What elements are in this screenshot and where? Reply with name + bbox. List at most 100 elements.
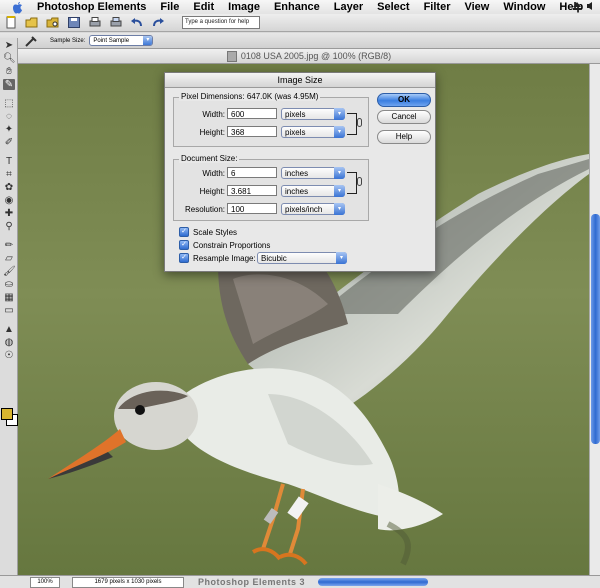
chain-link-icon xyxy=(357,177,362,186)
resample-method-select[interactable]: Bicubic ▾ xyxy=(257,252,347,264)
doc-height-field[interactable]: 3.681 xyxy=(227,185,277,196)
doc-width-unit: inches xyxy=(285,169,309,178)
menu-view[interactable]: View xyxy=(457,0,496,14)
zoom-tool-icon[interactable]: 🔍︎ xyxy=(3,53,16,64)
new-document-icon[interactable] xyxy=(4,16,18,29)
menu-app-name[interactable]: Photoshop Elements xyxy=(30,0,153,14)
move-tool-icon[interactable]: ➤ xyxy=(3,40,15,51)
tool-options-bar: Sample Size: Point Sample ▾ xyxy=(0,33,600,49)
resample-method: Bicubic xyxy=(261,254,287,263)
healing-brush-tool-icon[interactable]: ✚ xyxy=(3,208,15,219)
red-eye-tool-icon[interactable]: ◉ xyxy=(3,195,15,206)
magic-wand-tool-icon[interactable]: ✦ xyxy=(3,124,15,135)
image-size-dialog: Image Size Pixel Dimensions: 647.0K (was… xyxy=(164,72,436,272)
save-icon[interactable] xyxy=(67,16,81,29)
lasso-tool-icon[interactable]: ◌ xyxy=(3,111,15,122)
horizontal-scroll-thumb[interactable] xyxy=(318,578,428,586)
pixel-width-unit-select[interactable]: pixels ▾ xyxy=(281,108,345,120)
constrain-proportions-label: Constrain Proportions xyxy=(193,240,271,250)
pixel-height-unit: pixels xyxy=(285,128,306,137)
doc-width-label: Width: xyxy=(202,169,225,178)
apple-menu-icon[interactable] xyxy=(10,1,24,14)
redo-icon[interactable] xyxy=(151,16,165,29)
sponge-tool-icon[interactable]: ◍ xyxy=(3,337,15,348)
paint-bucket-tool-icon[interactable]: ⛀ xyxy=(3,279,15,290)
pixel-dimensions-group xyxy=(173,97,369,147)
scale-styles-label: Scale Styles xyxy=(193,227,238,237)
chevron-down-icon: ▾ xyxy=(334,203,345,215)
menu-window[interactable]: Window xyxy=(496,0,552,14)
eject-icon[interactable] xyxy=(572,1,582,11)
pixel-width-label: Width: xyxy=(202,110,225,119)
print-icon[interactable] xyxy=(88,16,102,29)
resolution-label: Resolution: xyxy=(184,205,225,214)
doc-height-label: Height: xyxy=(199,187,225,196)
doc-width-unit-select[interactable]: inches ▾ xyxy=(281,167,345,179)
toolbox: ➤ 🔍︎ ✋︎ ✎ ⬚ ◌ ✦ ✐ T ⌗ ✿ ◉ ✚ ⚲ ✏ ▱ 🖌︎ ⛀ ▦… xyxy=(0,38,18,578)
vertical-scrollbar[interactable] xyxy=(589,64,600,575)
help-button[interactable]: Help xyxy=(377,130,431,144)
cancel-button[interactable]: Cancel xyxy=(377,110,431,124)
menu-select[interactable]: Select xyxy=(370,0,416,14)
status-bar: 100% 1679 pixels x 1030 pixels Photoshop… xyxy=(0,575,600,588)
document-proxy-icon[interactable] xyxy=(226,50,237,62)
chevron-down-icon: ▾ xyxy=(334,126,345,138)
doc-height-unit-select[interactable]: inches ▾ xyxy=(281,185,345,197)
selection-brush-tool-icon[interactable]: ✐ xyxy=(3,137,15,148)
crop-tool-icon[interactable]: ⌗ xyxy=(3,169,15,180)
help-search-input[interactable]: Type a question for help xyxy=(182,16,260,29)
pixel-height-unit-select[interactable]: pixels ▾ xyxy=(281,126,345,138)
marquee-tool-icon[interactable]: ⬚ xyxy=(3,98,15,109)
print-preview-icon[interactable] xyxy=(109,16,123,29)
cookie-cutter-tool-icon[interactable]: ✿ xyxy=(3,182,15,193)
foreground-color-swatch[interactable] xyxy=(1,408,13,420)
clone-stamp-tool-icon[interactable]: ⚲ xyxy=(3,221,15,232)
zoom-level[interactable]: 100% xyxy=(30,576,60,588)
undo-icon[interactable] xyxy=(130,16,144,29)
menu-edit[interactable]: Edit xyxy=(186,0,221,14)
constrain-proportions-checkbox[interactable]: ✓ Constrain Proportions xyxy=(179,240,270,250)
open-folder-icon[interactable] xyxy=(25,16,39,29)
dialog-title: Image Size xyxy=(165,73,435,88)
sample-size-label: Sample Size: xyxy=(50,37,86,44)
doc-width-field[interactable]: 6 xyxy=(227,167,277,178)
brush-tool-icon[interactable]: 🖌︎ xyxy=(3,266,16,277)
chevron-down-icon: ▾ xyxy=(143,36,153,45)
checkmark-icon: ✓ xyxy=(179,227,189,237)
pixel-height-field[interactable]: 368 xyxy=(227,126,277,137)
menu-filter[interactable]: Filter xyxy=(417,0,458,14)
menu-layer[interactable]: Layer xyxy=(327,0,370,14)
menu-file[interactable]: File xyxy=(153,0,186,14)
type-tool-icon[interactable]: T xyxy=(3,156,15,167)
menu-enhance[interactable]: Enhance xyxy=(267,0,327,14)
hand-tool-icon[interactable]: ✋︎ xyxy=(3,66,15,77)
resolution-unit-select[interactable]: pixels/inch ▾ xyxy=(281,203,345,215)
menu-bar: Photoshop Elements File Edit Image Enhan… xyxy=(0,0,600,15)
ok-button[interactable]: OK xyxy=(377,93,431,107)
resample-image-checkbox[interactable]: ✓ Resample Image: xyxy=(179,253,256,263)
gradient-tool-icon[interactable]: ▦ xyxy=(3,292,15,303)
browse-icon[interactable] xyxy=(46,16,60,29)
pixel-dimensions-heading: Pixel Dimensions: 647.0K (was 4.95M) xyxy=(179,92,321,101)
resolution-unit: pixels/inch xyxy=(285,205,323,214)
pixel-width-field[interactable]: 600 xyxy=(227,108,277,119)
resample-image-label: Resample Image: xyxy=(193,253,256,263)
volume-icon[interactable] xyxy=(586,1,596,11)
chevron-down-icon: ▾ xyxy=(334,108,345,120)
chevron-down-icon: ▾ xyxy=(334,167,345,179)
menu-image[interactable]: Image xyxy=(221,0,267,14)
vertical-scroll-thumb[interactable] xyxy=(591,214,600,444)
pixel-link-bracket xyxy=(347,113,357,135)
eraser-tool-icon[interactable]: ▱ xyxy=(3,253,15,264)
shape-tool-icon[interactable]: ▭ xyxy=(3,305,15,316)
chevron-down-icon: ▾ xyxy=(334,185,345,197)
document-info[interactable]: 1679 pixels x 1030 pixels xyxy=(72,576,184,588)
sharpen-tool-icon[interactable]: ☉ xyxy=(3,350,15,361)
pencil-tool-icon[interactable]: ✏ xyxy=(3,240,15,251)
eyedropper-tool-icon[interactable]: ✎ xyxy=(3,79,15,90)
blur-tool-icon[interactable]: ▲ xyxy=(3,324,15,335)
checkmark-icon: ✓ xyxy=(179,240,189,250)
sample-size-select[interactable]: Point Sample ▾ xyxy=(89,35,154,46)
resolution-field[interactable]: 100 xyxy=(227,203,277,214)
scale-styles-checkbox[interactable]: ✓ Scale Styles xyxy=(179,227,237,237)
